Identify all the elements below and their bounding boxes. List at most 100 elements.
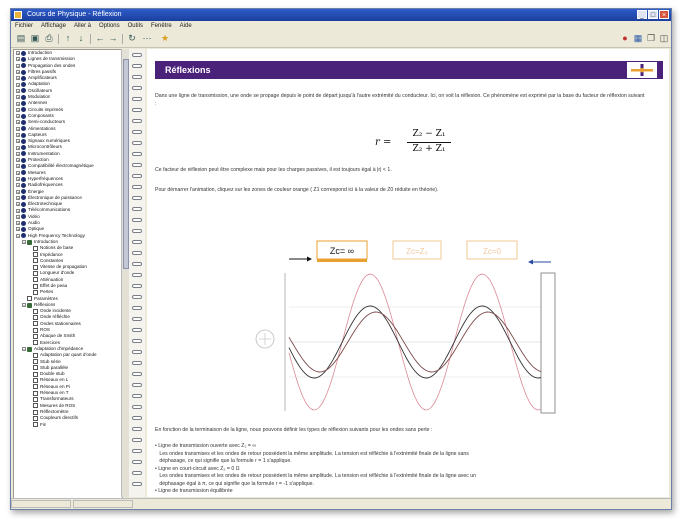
binder-ring xyxy=(132,295,142,299)
expand-icon[interactable]: + xyxy=(16,95,20,100)
menu-fichier[interactable]: Fichier xyxy=(15,21,33,31)
binder-ring xyxy=(132,317,142,321)
collapse-icon[interactable]: − xyxy=(22,240,26,245)
binder-ring xyxy=(132,97,142,101)
expand-icon[interactable]: + xyxy=(16,183,20,188)
page-icon xyxy=(33,378,38,384)
expand-icon[interactable]: + xyxy=(16,158,20,163)
expand-icon[interactable]: + xyxy=(16,51,20,56)
collapse-icon[interactable]: − xyxy=(22,347,26,352)
expand-icon[interactable]: + xyxy=(16,120,20,125)
menu-aller[interactable]: Aller à xyxy=(74,21,91,31)
title-bar: Cours de Physique - Réflexion _ □ × xyxy=(11,9,671,21)
close-button[interactable]: × xyxy=(659,10,669,19)
collapse-icon[interactable]: − xyxy=(22,303,26,308)
page-icon xyxy=(33,365,38,371)
page-icon xyxy=(33,321,38,327)
forward-arrow-icon[interactable]: → xyxy=(107,33,119,44)
down-arrow-icon[interactable]: ↓ xyxy=(75,33,87,44)
refresh-icon[interactable]: ↻ xyxy=(126,33,138,44)
grid-icon[interactable]: ▦ xyxy=(632,33,644,44)
book-icon xyxy=(21,182,26,188)
expand-icon[interactable]: + xyxy=(16,145,20,150)
binder-ring xyxy=(132,53,142,57)
expand-icon[interactable]: + xyxy=(16,208,20,213)
binder-ring xyxy=(132,328,142,332)
expand-icon[interactable]: + xyxy=(16,101,20,106)
expand-icon[interactable]: + xyxy=(16,114,20,119)
tree-item[interactable]: Fin xyxy=(14,422,122,428)
expand-icon[interactable]: + xyxy=(16,133,20,138)
page-icon xyxy=(33,390,38,396)
page-icon xyxy=(33,271,38,277)
expand-icon[interactable]: + xyxy=(16,151,20,156)
intro-paragraph: Dans une ligne de transmission, une onde… xyxy=(155,93,645,107)
book-icon xyxy=(21,132,26,138)
reflection-types-list: • Ligne de transmission ouverte avec Z₂ … xyxy=(155,443,645,496)
expand-icon[interactable]: + xyxy=(16,177,20,182)
expand-icon[interactable]: + xyxy=(16,126,20,131)
expand-icon[interactable]: + xyxy=(16,189,20,194)
menu-options[interactable]: Options xyxy=(99,21,120,31)
favorite-icon[interactable]: ★ xyxy=(159,33,171,44)
hide-icon[interactable]: ▤ xyxy=(15,33,27,44)
page-icon xyxy=(33,371,38,377)
binder-ring xyxy=(132,174,142,178)
page-icon xyxy=(33,340,38,346)
maximize-button[interactable]: □ xyxy=(648,10,658,19)
expand-icon[interactable]: + xyxy=(16,88,20,93)
termination-open-button[interactable]: Zc= ∞ xyxy=(316,240,368,262)
termination-matched-button[interactable]: Zc=Z₀ xyxy=(392,240,442,260)
formula-numerator: Z₂ − Z₁ xyxy=(412,129,446,139)
binder-ring xyxy=(132,394,142,398)
book-icon xyxy=(21,176,26,182)
arrow-right-icon xyxy=(289,256,312,262)
binder-ring xyxy=(132,218,142,222)
menu-aide[interactable]: Aide xyxy=(180,21,192,31)
menu-affichage[interactable]: Affichage xyxy=(41,21,66,31)
expand-icon[interactable]: + xyxy=(16,63,20,68)
binder-ring xyxy=(132,185,142,189)
record-icon[interactable]: ● xyxy=(619,33,631,44)
window-title: Cours de Physique - Réflexion xyxy=(27,11,122,18)
options-icon[interactable]: ⋯ xyxy=(141,33,153,44)
book-icon xyxy=(21,233,26,239)
expand-icon[interactable]: + xyxy=(16,227,20,232)
reflection-type-line: déphasage égal à π, ce qui signifie que … xyxy=(155,480,314,487)
book-icon xyxy=(21,145,26,151)
page-icon xyxy=(33,359,38,365)
expand-icon[interactable]: + xyxy=(16,57,20,62)
expand-icon[interactable]: + xyxy=(16,221,20,226)
back-arrow-icon[interactable]: ← xyxy=(94,33,106,44)
binder-ring xyxy=(132,416,142,420)
book-icon xyxy=(27,302,32,308)
book-icon xyxy=(21,88,26,94)
print-icon[interactable]: ⎙ xyxy=(43,33,55,44)
expand-icon[interactable]: + xyxy=(16,76,20,81)
expand-icon[interactable]: + xyxy=(16,170,20,175)
expand-icon[interactable]: + xyxy=(16,82,20,87)
expand-icon[interactable]: + xyxy=(16,195,20,200)
save-icon[interactable]: ▣ xyxy=(29,33,41,44)
expand-icon[interactable]: + xyxy=(16,70,20,75)
collapse-icon[interactable]: − xyxy=(16,233,20,238)
expand-icon[interactable]: + xyxy=(16,202,20,207)
expand-icon[interactable]: + xyxy=(16,214,20,219)
book-icon xyxy=(21,119,26,125)
expand-icon[interactable]: + xyxy=(16,164,20,169)
split-icon[interactable]: ◫ xyxy=(658,33,670,44)
reflection-type-line: déphasage, ce qui signifie que la formul… xyxy=(155,458,292,464)
window-icon[interactable]: ❐ xyxy=(645,33,657,44)
menu-outils[interactable]: Outils xyxy=(128,21,143,31)
expand-icon[interactable]: + xyxy=(16,107,20,112)
expand-icon[interactable]: + xyxy=(16,139,20,144)
minimize-button[interactable]: _ xyxy=(637,10,647,19)
page-icon xyxy=(33,415,38,421)
up-arrow-icon[interactable]: ↑ xyxy=(62,33,74,44)
termination-short-button[interactable]: Zc=0 xyxy=(466,240,518,260)
paragraph-4: En fonction de la terminaison de la lign… xyxy=(155,427,433,433)
arrow-left-icon xyxy=(528,259,551,265)
binder-ring xyxy=(132,207,142,211)
book-icon xyxy=(21,138,26,144)
menu-fenetre[interactable]: Fenêtre xyxy=(151,21,172,31)
